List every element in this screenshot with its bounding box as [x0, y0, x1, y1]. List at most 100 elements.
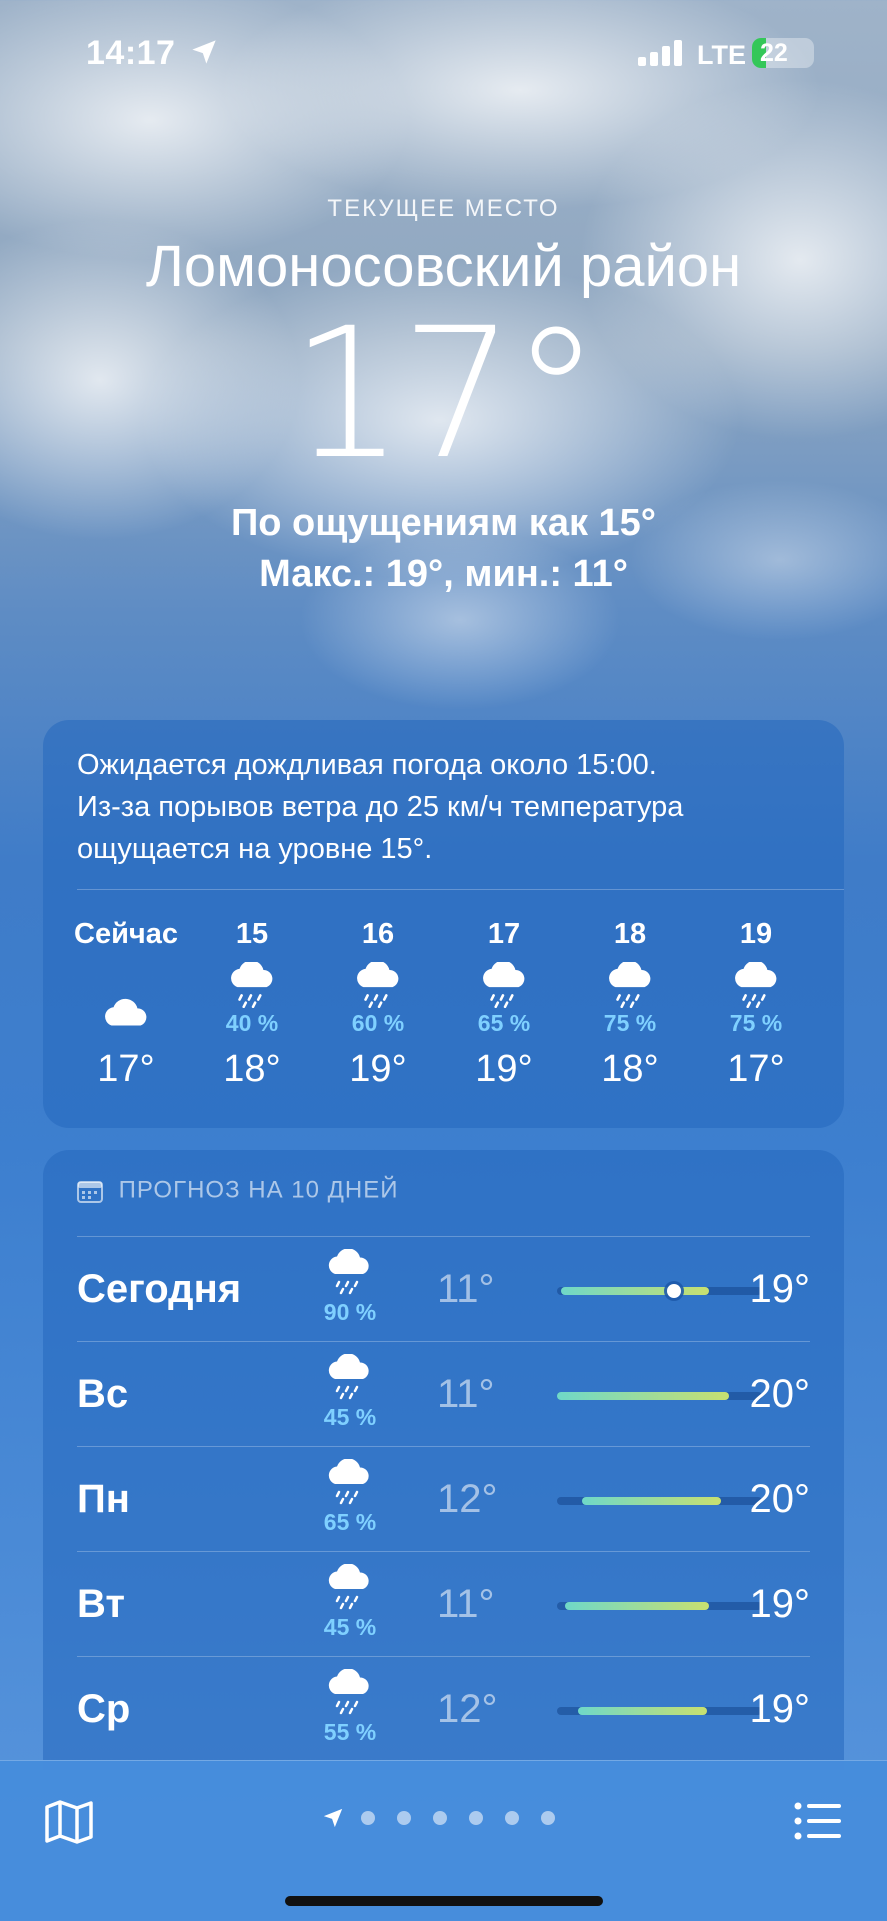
- day-icon: [313, 1353, 385, 1405]
- calendar-icon: [77, 1180, 103, 1203]
- day-icon: [313, 1248, 385, 1300]
- high-temperature: 20°: [749, 1372, 811, 1416]
- cloud-rain-icon: [328, 1563, 369, 1610]
- summary-line: ощущается на уровне 15°.: [77, 833, 433, 865]
- day-row[interactable]: Сегодня 90 % 11° 19°: [77, 1236, 810, 1341]
- location-arrow-icon[interactable]: [322, 1807, 344, 1829]
- battery-icon: 22: [752, 38, 814, 68]
- temperature-range-bar: [557, 1284, 762, 1298]
- summary-line: Ожидается дождливая погода около 15:00.: [77, 749, 657, 781]
- high-temperature: 19°: [749, 1582, 811, 1626]
- low-temperature: 11°: [437, 1582, 495, 1626]
- current-temp-dot: [666, 1284, 681, 1298]
- home-indicator: [285, 1896, 603, 1906]
- hour-label: 17: [487, 918, 521, 950]
- cloud-rain-icon: [735, 960, 777, 1009]
- map-icon[interactable]: [44, 1799, 94, 1845]
- temperature-range-bar: [557, 1602, 762, 1610]
- hour-icon: [693, 960, 819, 1010]
- precip-chance: 65 %: [477, 1010, 531, 1036]
- hour-label: 18: [613, 918, 647, 950]
- hourly-list[interactable]: Сейчас 17° 15 40 % 18° 16 60 % 19° 17 65 % 19° 18 75…: [43, 890, 844, 1091]
- cloud-rain-icon: [328, 1668, 369, 1715]
- hour-icon: [315, 960, 441, 1010]
- temperature-range-fill: [577, 1707, 707, 1715]
- hour-item: Сейчас 17°: [63, 890, 189, 1091]
- summary-line: Из-за порывов ветра до 25 км/ч температу…: [77, 791, 684, 823]
- precip-chance: 65 %: [323, 1509, 377, 1535]
- precip-chance: 45 %: [323, 1614, 377, 1640]
- temperature-range-fill: [561, 1287, 709, 1295]
- day-icon: [313, 1563, 385, 1615]
- day-row[interactable]: Пн 65 % 12° 20°: [77, 1446, 810, 1551]
- hour-label: 16: [361, 918, 395, 950]
- high-temperature: 19°: [749, 1267, 811, 1311]
- cloud-rain-icon: [231, 960, 273, 1009]
- temperature-range-fill: [581, 1497, 721, 1505]
- daily-list[interactable]: Сегодня 90 % 11° 19° Вс 45 % 11° 20° Пн 65 % 12° 20…: [43, 1236, 844, 1761]
- day-row[interactable]: Ср 55 % 12° 19°: [77, 1656, 810, 1761]
- hourly-forecast-card[interactable]: Ожидается дождливая погода около 15:00. …: [43, 720, 844, 1128]
- day-row[interactable]: Вт 45 % 11° 19°: [77, 1551, 810, 1656]
- cloud-rain-icon: [357, 960, 399, 1009]
- page-dot[interactable]: [361, 1811, 375, 1825]
- day-name: Сегодня: [77, 1267, 242, 1311]
- temperature-range-fill: [557, 1392, 730, 1400]
- hour-temperature: 17°: [97, 1048, 155, 1090]
- hour-icon: [441, 960, 567, 1010]
- cloud-rain-icon: [328, 1458, 369, 1505]
- hour-temperature: 19°: [349, 1048, 407, 1090]
- cloud-icon: [105, 998, 147, 1026]
- day-icon: [313, 1458, 385, 1510]
- ten-day-forecast-card[interactable]: ПРОГНОЗ НА 10 ДНЕЙ Сегодня 90 % 11° 19° Вс 45…: [43, 1150, 844, 1770]
- hour-item: 17 65 % 19°: [441, 890, 567, 1091]
- page-indicator[interactable]: [322, 1807, 566, 1829]
- precip-chance: 60 %: [351, 1010, 405, 1036]
- current-location-label: ТЕКУЩЕЕ МЕСТО: [327, 195, 560, 222]
- page-dot[interactable]: [505, 1811, 519, 1825]
- page-dot[interactable]: [541, 1811, 555, 1825]
- list-icon[interactable]: [794, 1801, 842, 1841]
- day-name: Ср: [77, 1687, 131, 1731]
- temperature-range-bar: [557, 1707, 762, 1715]
- status-bar: 14:17 LTE 22: [0, 30, 887, 80]
- low-temperature: 12°: [437, 1687, 498, 1731]
- ten-day-header: ПРОГНОЗ НА 10 ДНЕЙ: [43, 1150, 844, 1236]
- precip-chance: 45 %: [323, 1404, 377, 1430]
- page-dot[interactable]: [433, 1811, 447, 1825]
- clock: 14:17: [86, 34, 176, 72]
- high-temperature: 20°: [749, 1477, 811, 1521]
- hour-icon: [189, 960, 315, 1010]
- cloud-rain-icon: [328, 1353, 369, 1400]
- hour-item: 15 40 % 18°: [189, 890, 315, 1091]
- day-row[interactable]: Вс 45 % 11° 20°: [77, 1341, 810, 1446]
- day-name: Пн: [77, 1477, 130, 1521]
- hour-temperature: 18°: [223, 1048, 281, 1090]
- current-temperature: 17°: [289, 290, 601, 499]
- location-arrow-icon: [192, 40, 216, 64]
- temperature-range-fill: [565, 1602, 709, 1610]
- hour-label: 19: [739, 918, 773, 950]
- high-temperature: 19°: [749, 1687, 811, 1731]
- hour-item: 19 75 % 17°: [693, 890, 819, 1091]
- min-max-temperature: Макс.: 19°, мин.: 11°: [259, 553, 628, 595]
- cloud-rain-icon: [328, 1248, 369, 1295]
- page-dot[interactable]: [397, 1811, 411, 1825]
- battery-level: 22: [760, 39, 788, 67]
- network-type: LTE: [697, 40, 746, 70]
- day-name: Вт: [77, 1582, 125, 1626]
- hour-icon: [567, 960, 693, 1010]
- temperature-range-bar: [557, 1497, 762, 1505]
- current-weather-header: ТЕКУЩЕЕ МЕСТО Ломоносовский район 17° По…: [0, 195, 887, 596]
- hour-item: 16 60 % 19°: [315, 890, 441, 1091]
- hour-label: 15: [235, 918, 269, 950]
- precip-chance: 75 %: [603, 1010, 657, 1036]
- cloud-rain-icon: [483, 960, 525, 1009]
- bottom-toolbar: [0, 1760, 887, 1921]
- page-dot[interactable]: [469, 1811, 483, 1825]
- precip-chance: 75 %: [729, 1010, 783, 1036]
- cloud-rain-icon: [609, 960, 651, 1009]
- temperature-range-bar: [557, 1392, 762, 1400]
- precip-chance: 90 %: [323, 1299, 377, 1325]
- low-temperature: 11°: [437, 1267, 495, 1311]
